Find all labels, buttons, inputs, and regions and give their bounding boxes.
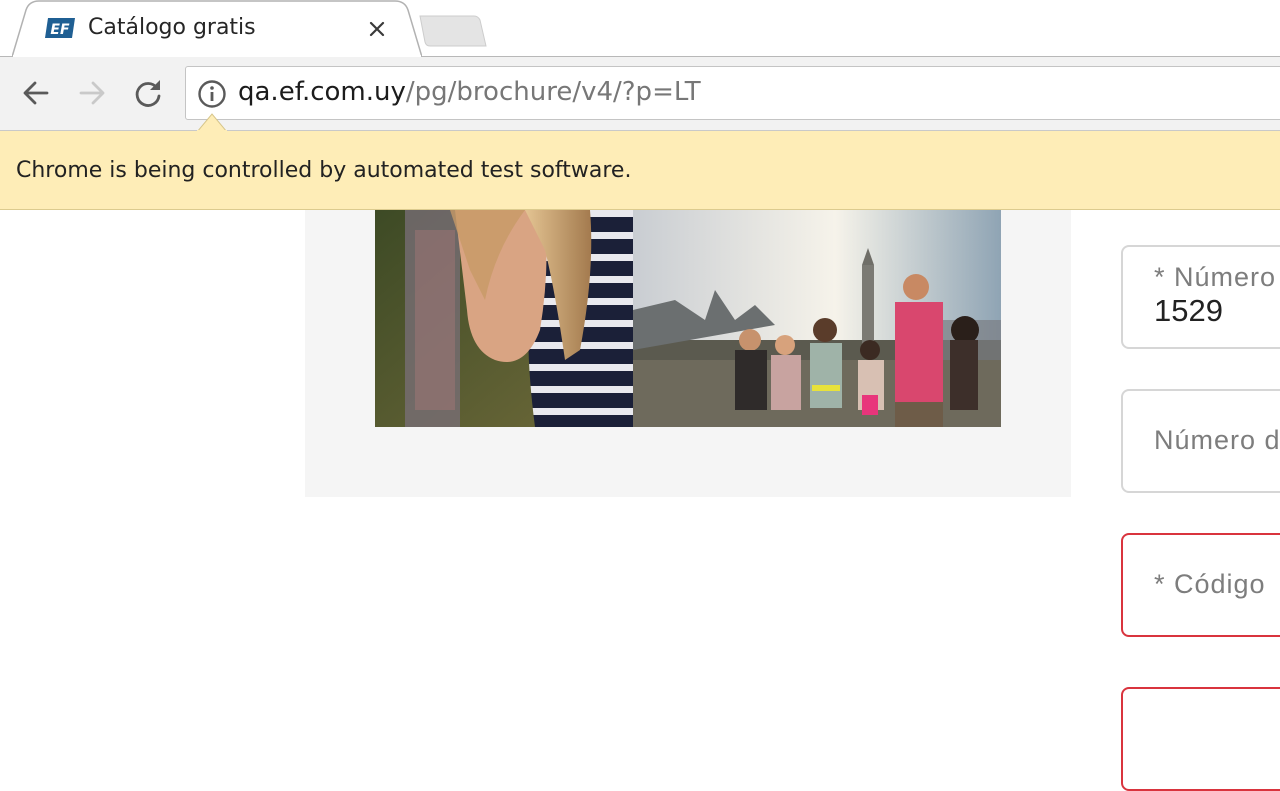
number-field[interactable]: * Número 1529 [1121,245,1280,349]
number-field-label: * Número [1154,262,1277,292]
back-arrow-icon [23,81,49,105]
secondary-number-field-placeholder: Número d [1154,425,1280,455]
hero-panel [305,210,1071,497]
secondary-number-field[interactable]: Número d [1121,389,1280,493]
reload-icon [135,80,161,107]
url-path: /pg/brochure/v4/?p=LT [405,77,701,107]
ef-logo-icon: EF [44,17,76,39]
page-content: * Número 1529 Número d * Código [0,210,1280,791]
active-tab[interactable]: EF Catálogo gratis [12,0,422,58]
reload-button[interactable] [130,75,166,111]
code-field[interactable]: * Código [1121,533,1280,637]
url-text[interactable]: qa.ef.com.uy/pg/brochure/v4/?p=LT [238,77,701,107]
automation-infobar: Chrome is being controlled by automated … [0,131,1280,210]
additional-field[interactable] [1121,687,1280,791]
forward-button[interactable] [74,75,110,111]
forward-arrow-icon [79,81,105,105]
new-tab-button[interactable] [418,14,488,48]
url-host: qa.ef.com.uy [238,77,406,107]
tab-title: Catálogo gratis [88,15,256,40]
tab-strip: EF Catálogo gratis [0,0,1280,58]
tab-close-icon[interactable] [364,16,390,42]
address-bar[interactable]: qa.ef.com.uy/pg/brochure/v4/?p=LT [185,66,1280,120]
site-info-icon[interactable] [196,78,228,110]
code-field-label: * Código [1154,569,1266,599]
svg-text:EF: EF [50,22,70,38]
number-field-value: 1529 [1154,293,1223,328]
students-photo-image [375,210,1001,427]
hero-photo [375,210,1001,427]
browser-toolbar: qa.ef.com.uy/pg/brochure/v4/?p=LT [0,57,1280,131]
infobar-message: Chrome is being controlled by automated … [16,158,632,183]
back-button[interactable] [18,75,54,111]
infobar-pointer [197,113,227,133]
